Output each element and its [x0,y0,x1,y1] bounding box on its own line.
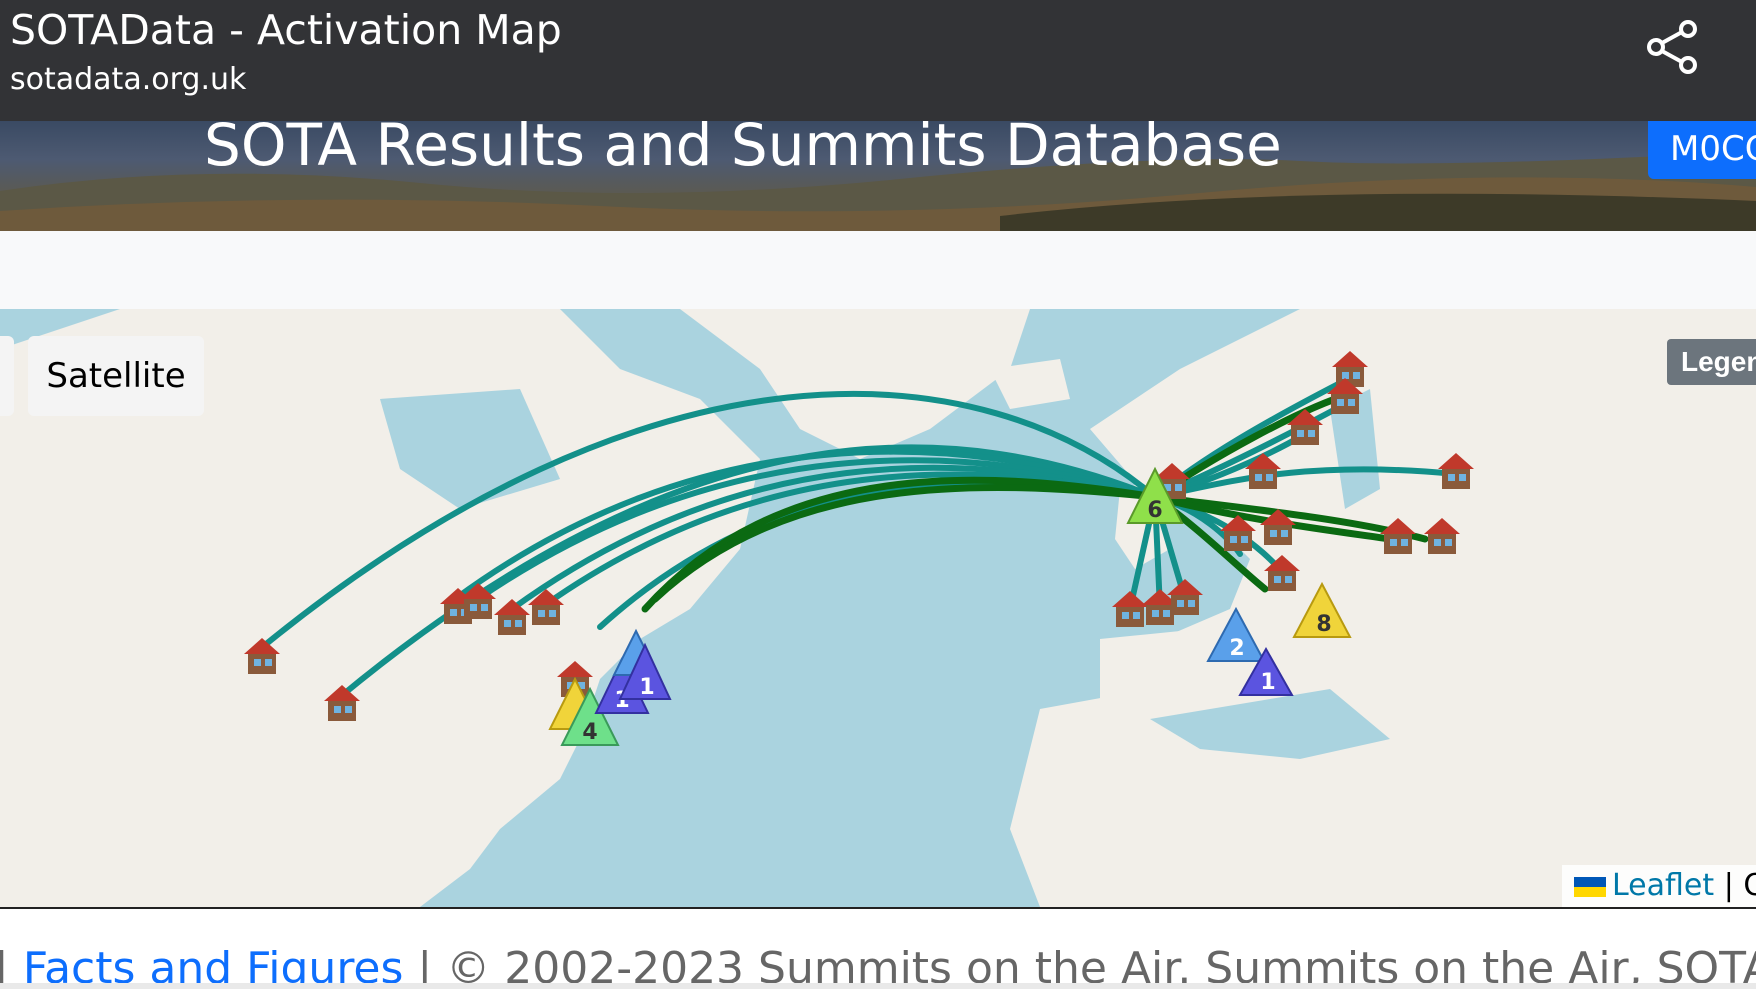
activation-map[interactable]: 6 4 1 1 2 8 1 Satellite Lege Leaflet | [0,309,1756,909]
bottom-scroll-indicator [0,983,1756,989]
map-control-partial[interactable] [0,336,14,416]
map-canvas[interactable]: 6 4 1 1 2 8 1 [0,309,1756,907]
iberia-land [1100,629,1200,719]
home-icon [1167,579,1203,615]
summit-count-label: 6 [1147,498,1162,523]
home-icon [1112,591,1148,627]
page-footer: | Facts and Figures | © 2002-2023 Summit… [0,909,1756,989]
site-heading: SOTA Results and Summits Database [204,121,1282,179]
summit-count-label: 8 [1316,612,1331,637]
legend-button[interactable]: Legend [1667,339,1756,385]
summit-count-label: 2 [1229,636,1244,661]
site-banner: SOTA Results and Summits Database M0CC [0,121,1756,231]
share-icon[interactable] [1644,18,1702,76]
map-attribution: Leaflet | O [1562,865,1756,907]
content-spacer [0,231,1756,309]
attribution-separator: | O [1723,868,1756,903]
page-title: SOTAData - Activation Map [10,6,562,54]
leaflet-link[interactable]: Leaflet [1612,868,1714,903]
summit-count-label: 1 [639,675,654,700]
ukraine-flag-icon [1574,876,1606,897]
summit-count-label: 1 [1260,670,1275,695]
app-header-bar: SOTAData - Activation Map sotadata.org.u… [0,0,1756,121]
summit-count-label: 4 [582,720,597,745]
satellite-layer-button[interactable]: Satellite [28,336,204,416]
user-callsign-button[interactable]: M0CC [1648,121,1756,179]
page-url: sotadata.org.uk [10,62,247,97]
